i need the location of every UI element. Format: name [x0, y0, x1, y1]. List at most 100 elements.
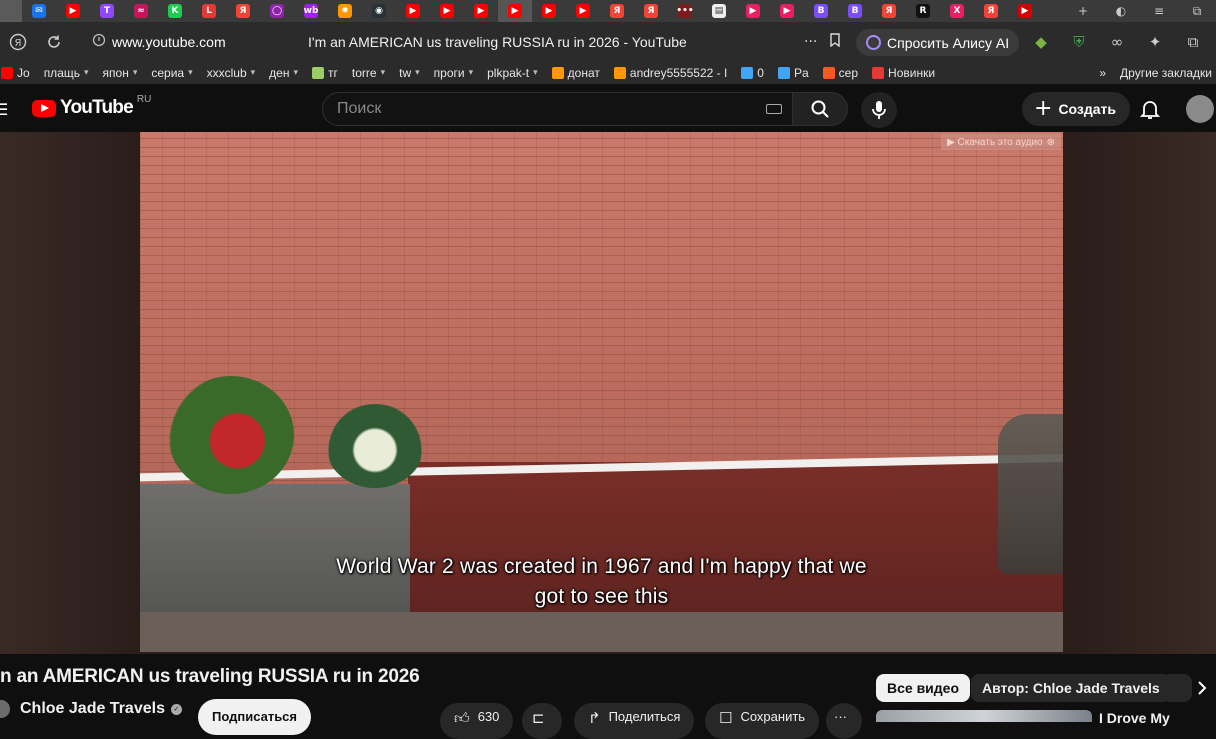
- new-tab-button[interactable]: +: [1064, 4, 1102, 18]
- browser-tab[interactable]: L: [192, 0, 226, 22]
- browser-tab[interactable]: Я: [974, 0, 1008, 22]
- bookmark-folder[interactable]: проги ▾: [427, 66, 480, 80]
- recommended-video-title[interactable]: I Drove My: [1099, 710, 1170, 726]
- download-audio-overlay[interactable]: ▶ Скачать это аудио ⊗: [941, 134, 1061, 150]
- browser-tab[interactable]: wb: [294, 0, 328, 22]
- adblock-shield-icon[interactable]: ⛨: [1060, 33, 1098, 51]
- share-button[interactable]: ↱ Поделиться: [574, 703, 695, 739]
- browser-tab[interactable]: ▶: [1008, 0, 1042, 22]
- browser-tab[interactable]: K: [158, 0, 192, 22]
- browser-tab[interactable]: Я: [600, 0, 634, 22]
- channel-name[interactable]: Chloe Jade Travels: [20, 700, 165, 718]
- browser-tab[interactable]: X: [940, 0, 974, 22]
- bookmark-item[interactable]: 0: [734, 66, 771, 80]
- browser-tab[interactable]: ▶: [464, 0, 498, 22]
- bookmark-folder[interactable]: tw ▾: [392, 66, 427, 80]
- bookmark-item[interactable]: andrey5555522 - I: [607, 66, 734, 80]
- restore-window-icon[interactable]: ⧉: [1178, 4, 1216, 19]
- extension-icon[interactable]: ◆: [1022, 33, 1060, 51]
- chevron-down-icon: ▾: [380, 68, 386, 78]
- close-icon[interactable]: ⊗: [1047, 137, 1055, 148]
- search-input[interactable]: [337, 100, 757, 118]
- browser-tab[interactable]: ▶: [430, 0, 464, 22]
- browser-tab[interactable]: ▶: [566, 0, 600, 22]
- bookmark-item[interactable]: тг: [305, 66, 345, 80]
- browser-tab[interactable]: ▶: [396, 0, 430, 22]
- bookmarks-overflow-button[interactable]: »: [1099, 66, 1106, 80]
- bookmark-item[interactable]: Pa: [771, 66, 816, 80]
- site-info-icon[interactable]: [92, 33, 112, 51]
- yandex-tab-icon: Я: [882, 4, 896, 18]
- subscribe-button[interactable]: Подписаться: [198, 699, 312, 735]
- url-field[interactable]: www.youtube.com I'm an AMERICAN us trave…: [92, 28, 852, 56]
- bookmark-favicon-icon: [1, 67, 13, 79]
- dislike-button[interactable]: ⊏: [522, 703, 562, 739]
- bookmark-folder[interactable]: сериа ▾: [144, 66, 199, 80]
- bookmark-item[interactable]: Новинки: [865, 66, 942, 80]
- browser-tab[interactable]: ✹: [328, 0, 362, 22]
- menu-icon[interactable]: ≡: [1140, 4, 1178, 18]
- voice-search-button[interactable]: [861, 92, 897, 128]
- create-button[interactable]: + Создать: [1022, 92, 1131, 126]
- keyboard-icon[interactable]: [766, 104, 782, 114]
- bookmark-folder[interactable]: ден ▾: [262, 66, 305, 80]
- browser-tab[interactable]: ≈: [124, 0, 158, 22]
- recommended-video-thumbnail[interactable]: [876, 710, 1092, 722]
- browser-tab[interactable]: B: [838, 0, 872, 22]
- yandex-tab-icon: Я: [610, 4, 624, 18]
- youtube-masthead: ☰ YouTube RU + Создать: [0, 84, 1216, 132]
- browser-tab[interactable]: ▶: [498, 0, 532, 22]
- more-actions-button[interactable]: ···: [826, 703, 862, 739]
- collections-icon[interactable]: ⧉: [1174, 33, 1212, 51]
- save-button[interactable]: ☐ Сохранить: [705, 703, 820, 739]
- bookmark-folder[interactable]: torre ▾: [345, 66, 392, 80]
- bookmark-favicon-icon: [312, 67, 325, 79]
- browser-tab[interactable]: ▶: [532, 0, 566, 22]
- search-button[interactable]: [792, 92, 848, 126]
- like-button[interactable]: 👍︎ 630: [440, 703, 514, 739]
- browser-tab[interactable]: ◯: [260, 0, 294, 22]
- browser-tab[interactable]: •••: [668, 0, 702, 22]
- glasses-icon[interactable]: ∞: [1098, 33, 1136, 51]
- bookmark-folder[interactable]: плащь ▾: [37, 66, 96, 80]
- bookmark-icon[interactable]: [829, 33, 841, 51]
- reload-button[interactable]: [36, 22, 72, 62]
- other-bookmarks-folder[interactable]: Другие закладки: [1120, 66, 1212, 80]
- browser-tab[interactable]: T: [90, 0, 124, 22]
- chevron-right-icon[interactable]: [1188, 674, 1216, 702]
- account-avatar[interactable]: [1186, 95, 1214, 123]
- bookmark-folder[interactable]: xxxclub ▾: [200, 66, 263, 80]
- browser-tab[interactable]: Я: [634, 0, 668, 22]
- bookmark-label: тг: [328, 66, 338, 80]
- browser-tab[interactable]: ✉: [22, 0, 56, 22]
- browser-tab[interactable]: ▶: [770, 0, 804, 22]
- bookmark-folder[interactable]: япон ▾: [96, 66, 145, 80]
- browser-tab[interactable]: Я: [226, 0, 260, 22]
- svg-text:Я: Я: [15, 38, 22, 49]
- browser-tab[interactable]: B: [804, 0, 838, 22]
- browser-tab[interactable]: ▶: [736, 0, 770, 22]
- chip-by-author[interactable]: Автор: Chloe Jade Travels: [971, 674, 1171, 702]
- more-icon[interactable]: ···: [804, 34, 817, 50]
- puzzle-icon[interactable]: ✦: [1136, 33, 1174, 51]
- bookmark-item[interactable]: сер: [816, 66, 865, 80]
- channel-avatar[interactable]: [0, 700, 10, 718]
- browser-tab[interactable]: [0, 0, 22, 22]
- video-player[interactable]: ▶ Скачать это аудио ⊗ World War 2 was cr…: [140, 132, 1063, 652]
- guide-menu-icon[interactable]: ☰: [0, 100, 8, 119]
- browser-tab[interactable]: R: [906, 0, 940, 22]
- browser-tab[interactable]: ◉: [362, 0, 396, 22]
- browser-tab[interactable]: Я: [872, 0, 906, 22]
- youtube-play-logo-icon: [32, 99, 56, 117]
- ask-alice-button[interactable]: Спросить Алису AI: [856, 29, 1020, 56]
- youtube-logo[interactable]: YouTube RU: [32, 94, 151, 119]
- yandex-home-button[interactable]: Я: [0, 22, 36, 62]
- profile-icon[interactable]: ◐: [1102, 4, 1140, 18]
- chip-all-videos[interactable]: Все видео: [876, 674, 971, 702]
- notifications-button[interactable]: [1134, 94, 1166, 124]
- bookmark-item[interactable]: донат: [545, 66, 607, 80]
- bookmark-folder[interactable]: plkpak-t ▾: [480, 66, 545, 80]
- browser-tab[interactable]: ▶: [56, 0, 90, 22]
- bookmark-item[interactable]: Jo: [0, 66, 37, 80]
- browser-tab[interactable]: ▤: [702, 0, 736, 22]
